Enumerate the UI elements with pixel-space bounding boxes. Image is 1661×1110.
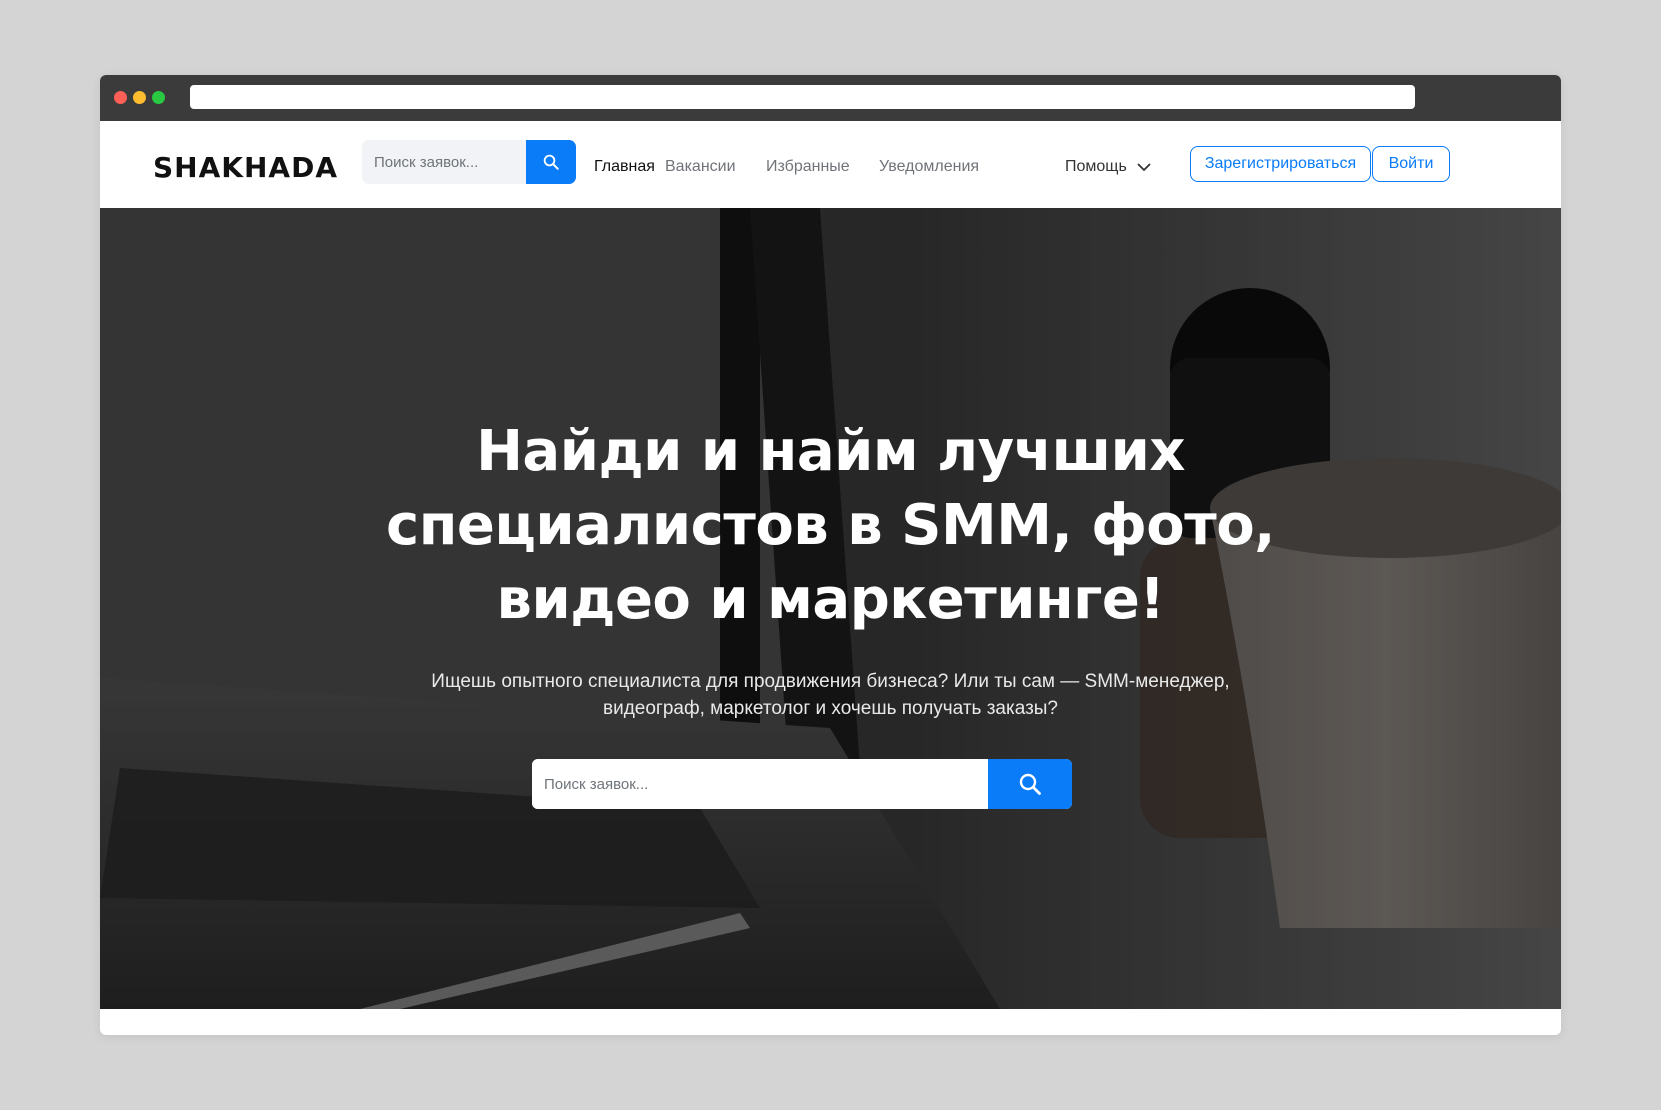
nav-link-notifications[interactable]: Уведомления xyxy=(879,158,979,176)
chevron-down-icon xyxy=(1137,163,1151,172)
hero-title-line: видео и маркетинге! xyxy=(496,567,1165,632)
minimize-window-dot[interactable] xyxy=(133,91,146,104)
address-bar[interactable] xyxy=(190,85,1415,109)
hero-subtitle-line: Ищешь опытного специалиста для продвижен… xyxy=(431,671,1230,692)
browser-window: SHAKHADA Главная Вакансии Избранные Увед… xyxy=(100,75,1561,1035)
hero-subtitle-line: видеограф, маркетолог и хочешь получать … xyxy=(602,698,1059,719)
close-window-dot[interactable] xyxy=(114,91,127,104)
hero-title-line: специалистов в SMM, фото, xyxy=(386,493,1275,558)
hero-subtitle: Ищешь опытного специалиста для продвижен… xyxy=(100,668,1561,722)
hero-search-input[interactable] xyxy=(532,759,988,809)
login-button[interactable]: Войти xyxy=(1372,146,1450,182)
maximize-window-dot[interactable] xyxy=(152,91,165,104)
header-search-button[interactable] xyxy=(526,140,576,184)
search-icon xyxy=(1019,773,1041,795)
nav-link-vacancies[interactable]: Вакансии xyxy=(665,158,736,176)
hero-title-line: Найди и найм лучших xyxy=(476,419,1185,484)
header-search xyxy=(362,140,576,184)
register-button[interactable]: Зарегистрироваться xyxy=(1190,146,1371,182)
hero-search-button[interactable] xyxy=(988,759,1072,809)
hero-section: Найди и найм лучших специалистов в SMM, … xyxy=(100,208,1561,1009)
browser-chrome xyxy=(100,75,1561,121)
nav-link-home[interactable]: Главная xyxy=(594,158,655,176)
top-navbar: SHAKHADA Главная Вакансии Избранные Увед… xyxy=(100,121,1561,208)
search-icon xyxy=(543,154,559,170)
hero-title: Найди и найм лучших специалистов в SMM, … xyxy=(100,415,1561,637)
header-search-input[interactable] xyxy=(362,140,526,184)
help-label: Помощь xyxy=(1065,158,1127,175)
hero-search xyxy=(532,759,1072,809)
help-dropdown[interactable]: Помощь xyxy=(1065,158,1151,176)
site-logo[interactable]: SHAKHADA xyxy=(153,151,338,184)
nav-link-favorites[interactable]: Избранные xyxy=(766,158,850,176)
